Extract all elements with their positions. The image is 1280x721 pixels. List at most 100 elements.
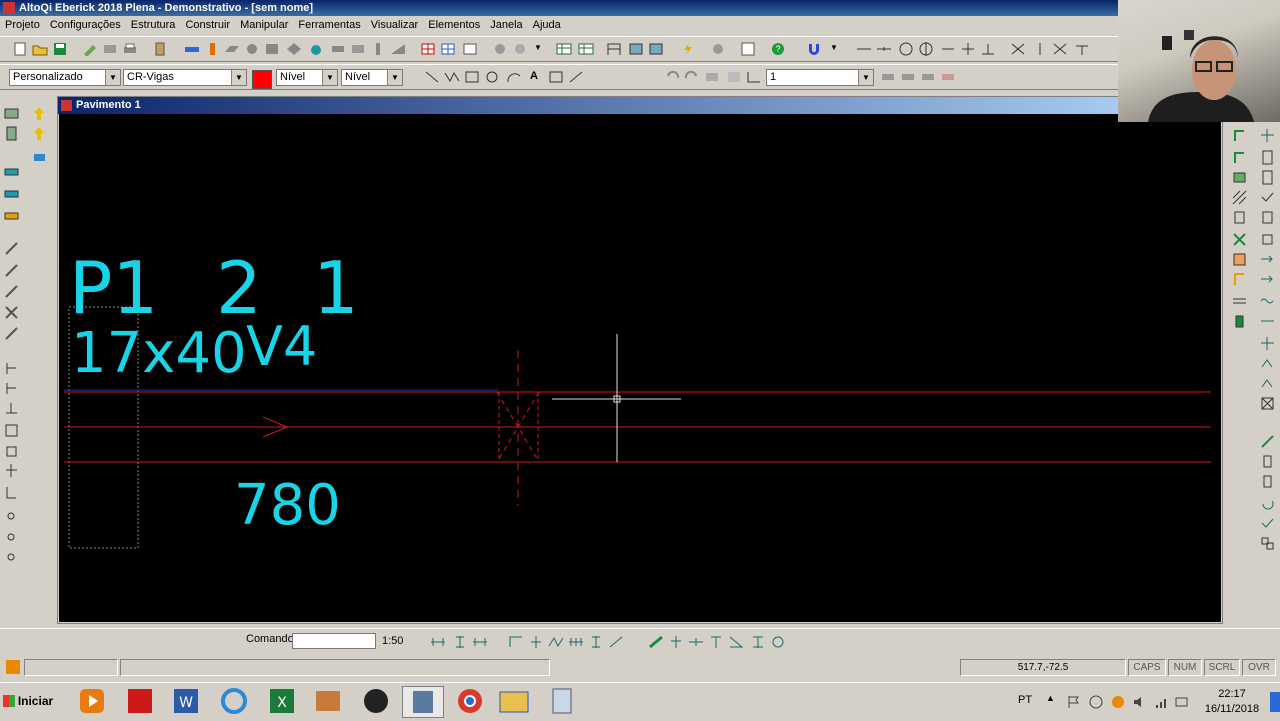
rotate-tool-icon[interactable] — [1260, 496, 1275, 511]
beam-tool-icon-2[interactable] — [4, 186, 19, 201]
anchor-bottom-icon-5[interactable] — [750, 635, 766, 649]
column-orange-icon[interactable] — [204, 42, 220, 56]
draw-tool-icon-4[interactable] — [4, 305, 19, 320]
anchor-bottom-icon-6[interactable] — [770, 635, 786, 649]
snap-circle-icon[interactable] — [898, 42, 914, 56]
group-tool-icon[interactable] — [1260, 536, 1275, 551]
grid-red-icon[interactable] — [420, 42, 436, 56]
element-gray-icon-2[interactable] — [264, 42, 280, 56]
arc-tool-icon[interactable] — [506, 70, 522, 84]
arrow-up-tool-icon-2[interactable] — [32, 126, 47, 141]
print-icon[interactable] — [122, 42, 138, 56]
scale-readout[interactable]: 1:50 — [382, 635, 403, 647]
node-tool-icon-2[interactable] — [1260, 232, 1275, 247]
chevron-down-icon-7[interactable]: ▼ — [858, 70, 873, 85]
circle-tool-icon[interactable] — [484, 70, 500, 84]
menu-construir[interactable]: Construir — [180, 19, 235, 31]
check-tool-icon[interactable] — [1260, 190, 1275, 205]
column-tool-icon[interactable] — [4, 126, 19, 141]
battery-icon[interactable] — [1174, 694, 1190, 710]
layer-combo[interactable]: CR-Vigas ▼ — [123, 69, 247, 86]
book-icon-2[interactable] — [1260, 170, 1275, 185]
refresh-icon[interactable] — [710, 42, 726, 56]
chevron-down-icon-4[interactable]: ▼ — [231, 70, 246, 85]
dim-aligned-icon[interactable] — [472, 635, 488, 649]
undo-icon[interactable] — [664, 70, 680, 84]
dim-tool-bottom-icon-2[interactable] — [528, 635, 544, 649]
element-gray-icon-5[interactable] — [350, 42, 366, 56]
word-icon[interactable]: W — [166, 686, 206, 716]
anchor-bottom-icon[interactable] — [668, 635, 684, 649]
dim-tool-bottom-icon-6[interactable] — [608, 635, 624, 649]
new-file-icon[interactable] — [12, 42, 28, 56]
frame-icon[interactable] — [606, 42, 622, 56]
anchor-bottom-icon-2[interactable] — [688, 635, 704, 649]
view-tool-icon-4[interactable] — [940, 70, 956, 84]
dim-tool-icon-2[interactable] — [4, 381, 19, 396]
arrow-blue-tool-icon[interactable] — [32, 148, 47, 163]
menu-ferramentas[interactable]: Ferramentas — [293, 19, 365, 31]
draw-tool-icon-3[interactable] — [4, 284, 19, 299]
level-combo-1[interactable]: Nível ▼ — [276, 69, 338, 86]
frame-tool-icon[interactable] — [1232, 272, 1247, 287]
rectangle-tool-icon[interactable] — [464, 70, 480, 84]
menu-manipular[interactable]: Manipular — [235, 19, 293, 31]
dim-tool-bottom-icon-5[interactable] — [588, 635, 604, 649]
element-gray-icon-6[interactable] — [370, 42, 386, 56]
window-icon[interactable] — [462, 42, 478, 56]
element-teal-icon[interactable] — [308, 42, 324, 56]
level-combo-2[interactable]: Nível ▼ — [341, 69, 403, 86]
chevron-down-icon-6[interactable]: ▼ — [387, 70, 402, 85]
frame-3d-icon[interactable] — [628, 42, 644, 56]
media-player-icon[interactable] — [72, 686, 112, 716]
dim-tool-bottom-icon-3[interactable] — [548, 635, 564, 649]
draw-tool-icon-2[interactable] — [4, 263, 19, 278]
layers-icon[interactable] — [704, 70, 720, 84]
view-tool-icon-3[interactable] — [920, 70, 936, 84]
menu-visualizar[interactable]: Visualizar — [366, 19, 424, 31]
menu-elementos[interactable]: Elementos — [423, 19, 485, 31]
volume-icon[interactable] — [1132, 694, 1148, 710]
eberick-task-icon[interactable] — [402, 686, 444, 718]
dim-vertical-icon[interactable] — [452, 635, 468, 649]
grid-blue-icon[interactable] — [440, 42, 456, 56]
style-combo[interactable]: Personalizado ▼ — [9, 69, 121, 86]
snap-cross-icon[interactable] — [960, 42, 976, 56]
chevron-up-icon[interactable]: ▲ — [1046, 693, 1055, 703]
book-icon[interactable] — [1260, 150, 1275, 165]
arrow-up-tool-icon[interactable] — [32, 106, 47, 121]
command-input[interactable] — [292, 633, 376, 649]
app-icon-2[interactable] — [308, 686, 348, 716]
view-tool-icon[interactable] — [880, 70, 896, 84]
text-tool-icon[interactable]: A — [530, 70, 538, 82]
node-tool-icon[interactable] — [1232, 232, 1247, 247]
measure-tool-icon[interactable] — [568, 70, 584, 84]
explorer-icon[interactable] — [494, 686, 534, 716]
element-gray-icon-7[interactable] — [390, 42, 406, 56]
snap-end-icon[interactable] — [940, 42, 956, 56]
battery-tool-icon[interactable] — [1232, 314, 1247, 329]
color-swatch[interactable] — [252, 70, 272, 89]
stack-icon[interactable] — [726, 70, 742, 84]
snap-node-icon[interactable] — [1260, 128, 1275, 143]
lightning-icon[interactable] — [680, 42, 696, 56]
table-icon-2[interactable] — [578, 42, 594, 56]
dim-tool-bottom-icon-4[interactable] — [568, 635, 584, 649]
rebar-tool-icon[interactable] — [1232, 128, 1247, 143]
polyline-tool-icon[interactable] — [444, 70, 460, 84]
rss-icon[interactable] — [6, 660, 20, 674]
settings-icon[interactable] — [512, 42, 528, 56]
move-tool-icon[interactable] — [1260, 336, 1275, 351]
tool-icon[interactable] — [102, 42, 118, 56]
wave-tool-icon[interactable] — [1260, 294, 1275, 309]
beam-tool-icon[interactable] — [4, 164, 19, 179]
move-tool-icon-2[interactable] — [1260, 356, 1275, 371]
pencil-icon[interactable] — [82, 42, 98, 56]
hatch-tool-icon-2[interactable] — [1232, 190, 1247, 205]
chevron-down-icon-5[interactable]: ▼ — [322, 70, 337, 85]
menu-projeto[interactable]: Projeto — [0, 19, 45, 31]
menu-estrutura[interactable]: Estrutura — [126, 19, 181, 31]
snap-vert-icon[interactable] — [1032, 42, 1048, 56]
frame-3d-icon-2[interactable] — [648, 42, 664, 56]
draw-tool-icon[interactable] — [4, 241, 19, 256]
